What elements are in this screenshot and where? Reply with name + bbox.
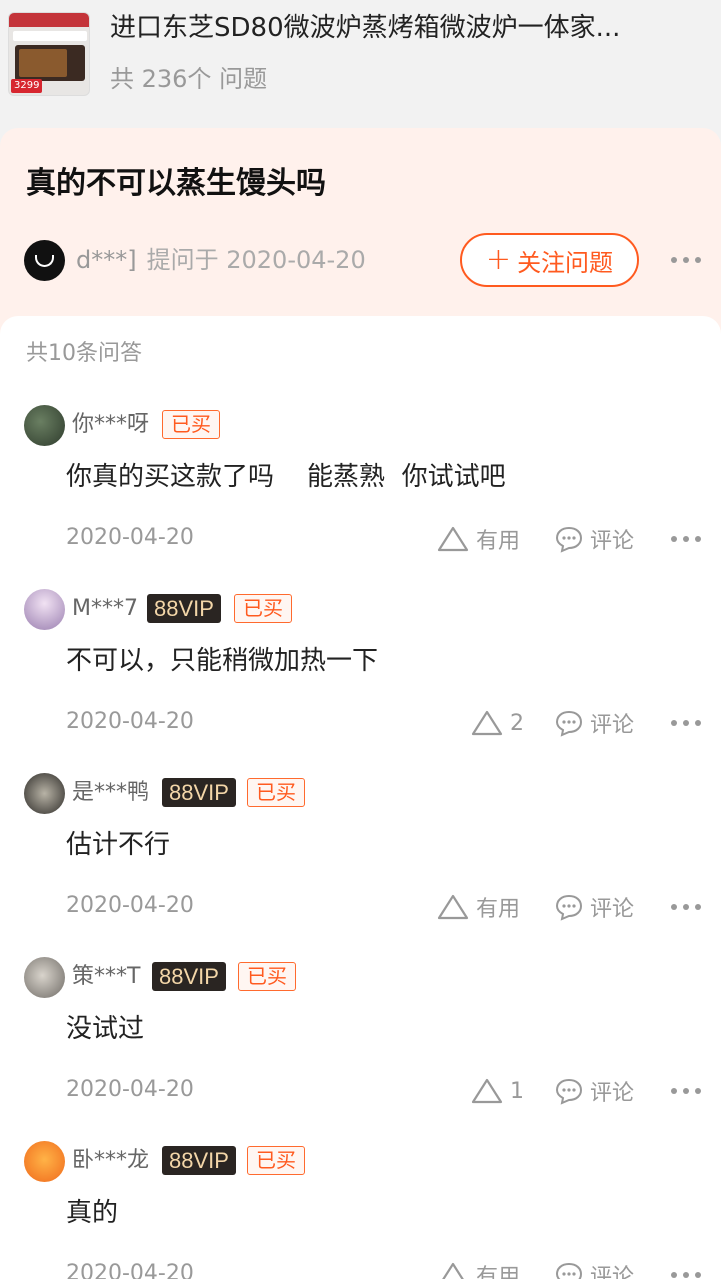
bought-badge: 已买 [247,1146,305,1175]
comment-bubble-icon [555,1078,583,1105]
comment-bubble-icon [555,1262,583,1279]
useful-button[interactable]: 2 [470,703,524,743]
more-icon[interactable] [671,1086,701,1096]
comment-button[interactable]: 评论 [554,1071,634,1111]
useful-button[interactable]: 有用 [436,1255,520,1279]
avatar[interactable] [24,957,65,998]
thumb-price-tag: 3299 [11,79,43,93]
triangle-up-icon [442,1262,464,1279]
triangle-up-icon [471,1078,503,1104]
product-header[interactable]: 3299 进口东芝SD80微波炉蒸烤箱微波炉一体家... 共 236个 问题 [0,0,721,118]
triangle-up-icon [437,526,469,552]
answer-item: 卧***龙 88VIP 已买 真的 2020-04-20 有用 评论 [0,1141,721,1279]
vip-badge: 88VIP [162,778,236,807]
answer-text: 你真的买这款了吗 能蒸熟 你试试吧 [66,462,506,492]
answer-date: 2020-04-20 [66,1077,194,1102]
product-thumbnail[interactable]: 3299 [8,12,90,96]
asker-meta: d***] 提问于 2020-04-20 [76,240,366,280]
question-card: 真的不可以蒸生馒头吗 d***] 提问于 2020-04-20 + 关注问题 [0,128,721,348]
plus-icon: + [485,242,512,277]
vip-badge: 88VIP [162,1146,236,1175]
comment-button[interactable]: 评论 [554,519,634,559]
more-icon[interactable] [671,534,701,544]
asked-date: 提问于 2020-04-20 [146,246,366,274]
comment-label: 评论 [590,897,635,922]
answer-item: 你***呀 已买 你真的买这款了吗 能蒸熟 你试试吧 2020-04-20 有用… [0,405,721,589]
useful-button[interactable]: 1 [470,1071,524,1111]
comment-label: 评论 [590,1081,635,1106]
more-icon[interactable] [671,902,701,912]
avatar[interactable] [24,405,65,446]
comment-button[interactable]: 评论 [554,887,634,927]
comment-label: 评论 [590,529,635,554]
answer-date: 2020-04-20 [66,709,194,734]
avatar[interactable] [24,589,65,630]
comment-label: 评论 [590,713,635,738]
answers-panel: 共10条问答 你***呀 已买 你真的买这款了吗 能蒸熟 你试试吧 2020-0… [0,316,721,1279]
triangle-up-icon [437,894,469,920]
useful-count: 1 [510,1078,524,1104]
answer-item: M***7 88VIP 已买 不可以，只能稍微加热一下 2020-04-20 2… [0,589,721,773]
answerer-name[interactable]: M***7 [72,591,138,627]
avatar[interactable] [24,1141,65,1182]
useful-label: 有用 [476,529,521,554]
useful-label: 有用 [476,1265,521,1279]
answer-text: 没试过 [66,1014,145,1044]
avatar[interactable] [24,773,65,814]
answers-count: 共10条问答 [26,341,142,366]
useful-count: 2 [510,710,524,736]
question-total-count: 共 236个 问题 [110,65,268,93]
answer-date: 2020-04-20 [66,893,194,918]
comment-label: 评论 [590,1265,635,1279]
answer-text: 真的 [66,1198,119,1228]
answer-text: 估计不行 [66,830,171,860]
useful-button[interactable]: 有用 [436,519,520,559]
answerer-name[interactable]: 你***呀 [72,407,149,443]
triangle-up-icon [471,710,503,736]
more-icon[interactable] [671,255,701,265]
useful-label: 有用 [476,897,521,922]
comment-button[interactable]: 评论 [554,703,634,743]
follow-question-button[interactable]: + 关注问题 [460,233,639,287]
vip-badge: 88VIP [147,594,221,623]
bought-badge: 已买 [238,962,296,991]
answerer-name[interactable]: 卧***龙 [72,1143,149,1179]
comment-bubble-icon [555,894,583,921]
comment-button[interactable]: 评论 [554,1255,634,1279]
more-icon[interactable] [671,718,701,728]
product-title[interactable]: 进口东芝SD80微波炉蒸烤箱微波炉一体家... [110,10,710,46]
answer-item: 策***T 88VIP 已买 没试过 2020-04-20 1 评论 [0,957,721,1141]
answerer-name[interactable]: 是***鸭 [72,775,149,811]
answer-date: 2020-04-20 [66,525,194,550]
asker-name: d***] [76,246,137,274]
more-icon[interactable] [671,1270,701,1279]
useful-button[interactable]: 有用 [436,887,520,927]
answer-date: 2020-04-20 [66,1261,194,1279]
bought-badge: 已买 [162,410,220,439]
answer-text: 不可以，只能稍微加热一下 [66,646,379,676]
question-title: 真的不可以蒸生馒头吗 [26,166,326,201]
answer-item: 是***鸭 88VIP 已买 估计不行 2020-04-20 有用 评论 [0,773,721,957]
bought-badge: 已买 [247,778,305,807]
asker-avatar [24,240,65,281]
bought-badge: 已买 [234,594,292,623]
vip-badge: 88VIP [152,962,226,991]
answerer-name[interactable]: 策***T [72,959,140,995]
follow-button-label: 关注问题 [517,248,614,277]
comment-bubble-icon [555,710,583,737]
comment-bubble-icon [555,526,583,553]
